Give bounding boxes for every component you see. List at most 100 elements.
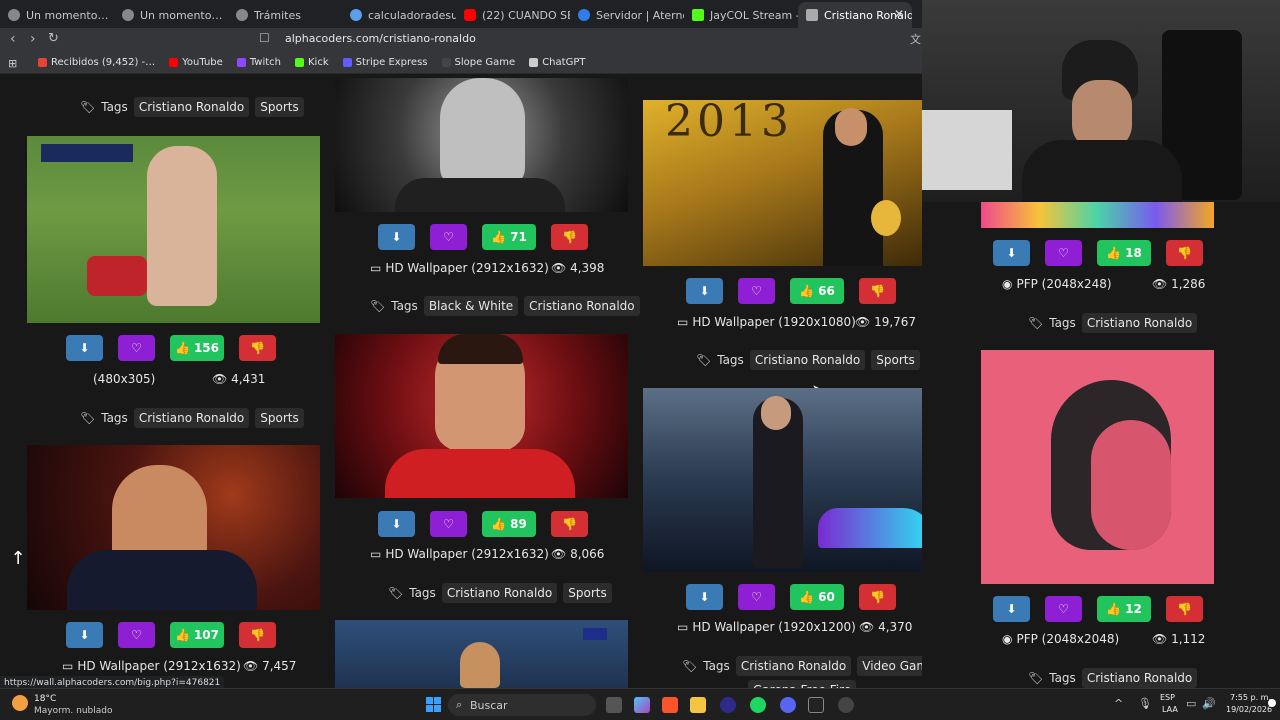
spotify-icon[interactable] xyxy=(750,697,766,713)
like-button[interactable]: 👍 156 xyxy=(170,335,224,361)
wallpaper-thumbnail[interactable] xyxy=(335,620,628,688)
close-tab-icon[interactable]: ✕ xyxy=(894,7,904,21)
file-explorer-icon[interactable] xyxy=(690,697,706,713)
dislike-button[interactable]: 👎 xyxy=(551,511,588,537)
dislike-button[interactable]: 👎 xyxy=(239,622,276,648)
wallpaper-thumbnail[interactable] xyxy=(643,388,922,572)
tag-link[interactable]: Black & White xyxy=(423,296,519,316)
task-view-icon[interactable] xyxy=(606,697,622,713)
scroll-to-top-button[interactable]: ↑ xyxy=(6,548,30,576)
download-button[interactable]: ⬇ xyxy=(378,511,415,537)
bookmark-gmail[interactable]: Recibidos (9,452) -… xyxy=(38,57,155,68)
wallpaper-thumbnail[interactable] xyxy=(981,202,1214,228)
download-button[interactable]: ⬇ xyxy=(993,240,1030,266)
favorite-button[interactable]: ♡ xyxy=(118,622,155,648)
favorite-button[interactable]: ♡ xyxy=(1045,596,1082,622)
tag-link[interactable]: Video Game xyxy=(857,656,922,676)
lang-indicator[interactable]: ESP xyxy=(1160,693,1175,702)
download-button[interactable]: ⬇ xyxy=(686,278,723,304)
bookmark-chatgpt[interactable]: ChatGPT xyxy=(529,57,585,68)
app-icon[interactable] xyxy=(720,697,736,713)
like-button[interactable]: 👍 107 xyxy=(170,622,224,648)
browser-tab[interactable]: Trámites xyxy=(228,2,342,28)
browser-tab[interactable]: (22) CUANDO SE A… xyxy=(456,2,570,28)
dislike-button[interactable]: 👎 xyxy=(551,224,588,250)
browser-tab[interactable]: Un momento… xyxy=(114,2,228,28)
url-field[interactable]: alphacoders.com/cristiano-ronaldo xyxy=(285,32,476,45)
download-button[interactable]: ⬇ xyxy=(378,224,415,250)
dislike-button[interactable]: 👎 xyxy=(1166,240,1203,266)
tag-link[interactable]: Sports xyxy=(871,350,920,370)
tray-chevron-icon[interactable]: ^ xyxy=(1114,697,1123,710)
favorite-button[interactable]: ♡ xyxy=(118,335,155,361)
download-button[interactable]: ⬇ xyxy=(686,584,723,610)
back-icon[interactable]: ‹ xyxy=(10,31,16,47)
browser-tab[interactable]: Servidor | Aternos | Ser xyxy=(570,2,684,28)
dislike-button[interactable]: 👎 xyxy=(859,584,896,610)
tag-link[interactable]: Cristiano Ronaldo xyxy=(749,350,866,370)
like-button[interactable]: 👍 89 xyxy=(482,511,536,537)
tag-link[interactable]: Cristiano Ronaldo xyxy=(133,408,250,428)
favorite-button[interactable]: ♡ xyxy=(430,224,467,250)
favorite-button[interactable]: ♡ xyxy=(738,278,775,304)
favorite-button[interactable]: ♡ xyxy=(738,584,775,610)
favorite-button[interactable]: ♡ xyxy=(1045,240,1082,266)
bookmark-youtube[interactable]: YouTube xyxy=(169,57,223,68)
wallpaper-thumbnail[interactable] xyxy=(335,334,628,498)
discord-icon[interactable] xyxy=(780,697,796,713)
apps-grid-icon[interactable]: ⊞ xyxy=(8,57,17,70)
forward-icon[interactable]: › xyxy=(30,31,36,47)
brave-icon[interactable] xyxy=(662,697,678,713)
network-icon[interactable]: ▭ xyxy=(1186,697,1196,710)
tag-link[interactable]: Cristiano Ronaldo xyxy=(441,583,558,603)
bookmark-twitch[interactable]: Twitch xyxy=(236,57,281,68)
windows-start-icon[interactable] xyxy=(426,697,442,713)
bookmark-stripe[interactable]: Stripe Express xyxy=(342,57,428,68)
tag-link[interactable]: Cristiano Ronaldo xyxy=(524,296,640,316)
wallpaper-thumbnail[interactable] xyxy=(981,350,1214,584)
dislike-button[interactable]: 👎 xyxy=(859,278,896,304)
microphone-icon[interactable]: 🎙 xyxy=(1138,697,1152,710)
browser-tab[interactable]: Un momento… xyxy=(0,2,114,28)
clock-time[interactable]: 7:55 p. m. xyxy=(1230,693,1271,702)
like-button[interactable]: 👍 60 xyxy=(790,584,844,610)
tag-link[interactable]: Sports xyxy=(255,408,304,428)
tag-link[interactable]: Cristiano Ronaldo xyxy=(735,656,852,676)
like-button[interactable]: 👍 71 xyxy=(482,224,536,250)
address-bar: ‹ › ↻ ☐ alphacoders.com/cristiano-ronald… xyxy=(0,28,922,52)
wallpaper-thumbnail[interactable] xyxy=(335,78,628,212)
browser-tab-active[interactable]: Cristiano Ronaldo ✕ xyxy=(798,2,912,28)
wallpaper-thumbnail[interactable]: 2013 xyxy=(643,100,922,266)
download-button[interactable]: ⬇ xyxy=(66,622,103,648)
tag-link[interactable]: Cristiano Ronaldo xyxy=(133,97,250,117)
bookmark-icon[interactable]: ☐ xyxy=(259,31,270,45)
like-button[interactable]: 👍 66 xyxy=(790,278,844,304)
bookmark-slope[interactable]: Slope Game xyxy=(441,57,515,68)
bookmark-kick[interactable]: Kick xyxy=(294,57,329,68)
favorite-button[interactable]: ♡ xyxy=(430,511,467,537)
ballon-dor-trophy xyxy=(871,200,901,236)
tag-link[interactable]: Cristiano Ronaldo xyxy=(1081,668,1198,688)
download-button[interactable]: ⬇ xyxy=(993,596,1030,622)
notification-icon[interactable] xyxy=(1268,699,1276,707)
audio-app-icon[interactable] xyxy=(808,697,824,713)
tag-link[interactable]: Garena Free Fire xyxy=(748,680,857,688)
reload-icon[interactable]: ↻ xyxy=(48,31,59,46)
download-button[interactable]: ⬇ xyxy=(66,335,103,361)
translate-icon[interactable]: 文 xyxy=(910,31,921,47)
wallpaper-thumbnail[interactable] xyxy=(27,136,320,323)
browser-tab[interactable]: JayCOL Stream - Watch xyxy=(684,2,798,28)
like-button[interactable]: 👍 12 xyxy=(1097,596,1151,622)
copilot-icon[interactable] xyxy=(634,697,650,713)
wallpaper-thumbnail[interactable] xyxy=(27,445,320,610)
tag-link[interactable]: Sports xyxy=(563,583,612,603)
like-button[interactable]: 👍 18 xyxy=(1097,240,1151,266)
browser-tab[interactable]: calculadoradesueno.co xyxy=(342,2,456,28)
dislike-button[interactable]: 👎 xyxy=(239,335,276,361)
taskbar-search[interactable]: ⌕ Buscar xyxy=(448,694,596,716)
tag-link[interactable]: Sports xyxy=(255,97,304,117)
app-icon[interactable] xyxy=(838,697,854,713)
tag-link[interactable]: Cristiano Ronaldo xyxy=(1081,313,1198,333)
dislike-button[interactable]: 👎 xyxy=(1166,596,1203,622)
volume-icon[interactable]: 🔊 xyxy=(1202,697,1216,710)
